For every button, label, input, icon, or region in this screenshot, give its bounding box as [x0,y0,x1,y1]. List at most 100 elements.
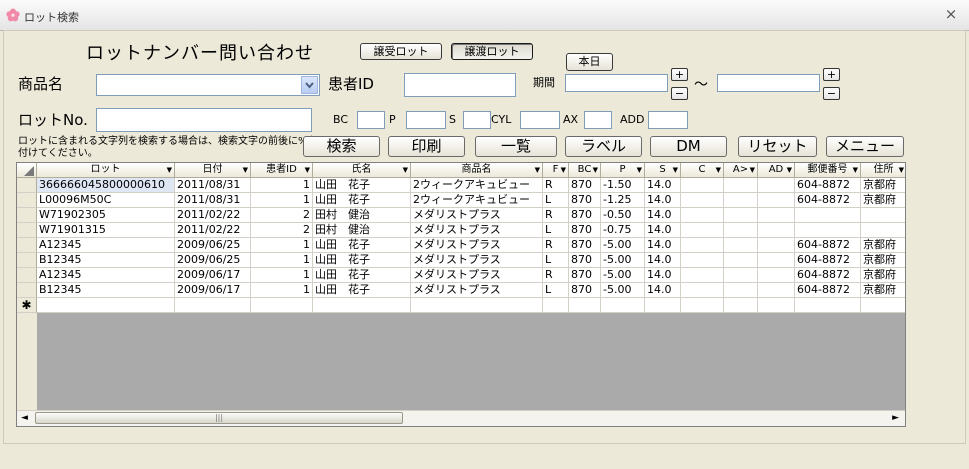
table-cell[interactable] [758,283,795,298]
table-row[interactable]: W71901315 2011/02/22 2 田村 健治 メダリストプラス L 870 -0.… [17,223,905,238]
table-cell[interactable]: 2011/08/31 [175,193,251,208]
table-cell[interactable]: 2011/02/22 [175,208,251,223]
table-cell[interactable]: 山田 花子 [313,178,411,193]
table-cell[interactable]: 2ウィークアキュビュー [411,193,543,208]
table-cell[interactable]: 870 [569,283,601,298]
table-cell[interactable] [681,298,724,313]
table-cell[interactable]: -0.75 [601,223,645,238]
table-cell[interactable]: 2 [251,223,313,238]
table-cell[interactable]: 870 [569,223,601,238]
table-cell[interactable]: 2011/02/22 [175,223,251,238]
s-input[interactable] [463,111,491,129]
transfer-out-lot-button[interactable]: 譲渡ロット [451,43,533,60]
table-cell[interactable]: -5.00 [601,283,645,298]
table-cell[interactable]: 870 [569,268,601,283]
table-cell[interactable]: 2009/06/25 [175,253,251,268]
row-selector[interactable] [17,253,37,268]
column-header[interactable]: 患者ID ▼ [251,163,313,178]
table-cell[interactable] [795,223,861,238]
table-cell[interactable]: 366666045800000610 [37,178,175,193]
table-cell[interactable]: 14.0 [645,268,681,283]
column-header[interactable]: 日付 ▼ [175,163,251,178]
table-cell[interactable]: 2 [251,208,313,223]
table-cell[interactable]: 1 [251,178,313,193]
table-cell[interactable] [681,268,724,283]
table-cell[interactable]: 14.0 [645,178,681,193]
print-button[interactable]: 印刷 [388,136,465,157]
table-cell[interactable]: 14.0 [645,283,681,298]
table-cell[interactable] [37,298,175,313]
table-cell[interactable] [724,298,758,313]
table-cell[interactable]: R [543,238,569,253]
column-header[interactable]: ロット ▼ [37,163,175,178]
period-start-down-button[interactable]: − [671,87,688,100]
select-all-corner[interactable] [17,163,37,178]
table-cell[interactable]: 京都府 [861,283,905,298]
lot-datasheet[interactable]: ロット ▼ 日付 ▼ 患者ID ▼ 氏名 ▼ 商品名 ▼ F ▼ BC ▼ P ▼ S ▼ C ▼ A> ▼ AD ▼ 郵便番号… [16,162,906,427]
dm-button[interactable]: DM [650,136,727,157]
filter-dropdown-icon[interactable]: ▼ [716,163,721,177]
table-row[interactable]: 366666045800000610 2011/08/31 1 山田 花子 2ウィークア… [17,178,905,193]
table-cell[interactable]: 870 [569,238,601,253]
table-cell[interactable]: 2009/06/17 [175,268,251,283]
table-cell[interactable]: R [543,268,569,283]
filter-dropdown-icon[interactable]: ▼ [673,163,678,177]
scroll-left-icon[interactable]: ◄ [21,413,28,423]
search-button[interactable]: 検索 [303,136,380,157]
new-record-row[interactable]: ✱ [17,298,905,313]
filter-dropdown-icon[interactable]: ▼ [593,163,598,177]
table-row[interactable]: L00096M50C 2011/08/31 1 山田 花子 2ウィークアキュビュー L 87… [17,193,905,208]
table-cell[interactable]: 1 [251,253,313,268]
table-cell[interactable] [681,178,724,193]
table-cell[interactable]: 14.0 [645,253,681,268]
table-cell[interactable]: L [543,283,569,298]
column-header[interactable]: 住所 ▼ [861,163,905,178]
table-cell[interactable]: L [543,253,569,268]
table-cell[interactable]: メダリストプラス [411,223,543,238]
table-cell[interactable]: 14.0 [645,223,681,238]
table-cell[interactable] [758,178,795,193]
table-cell[interactable]: 山田 花子 [313,253,411,268]
column-header[interactable]: AD ▼ [758,163,795,178]
row-selector[interactable]: ✱ [17,298,37,313]
table-cell[interactable]: 京都府 [861,268,905,283]
period-start-up-button[interactable]: + [671,68,688,81]
table-cell[interactable] [681,193,724,208]
list-button[interactable]: 一覧 [475,136,557,157]
table-row[interactable]: A12345 2009/06/17 1 山田 花子 メダリストプラス R 870 -5.00 1… [17,268,905,283]
table-cell[interactable]: R [543,208,569,223]
table-cell[interactable] [795,208,861,223]
table-cell[interactable]: 2009/06/17 [175,283,251,298]
table-cell[interactable]: L00096M50C [37,193,175,208]
table-cell[interactable]: メダリストプラス [411,268,543,283]
dropdown-button[interactable] [301,76,318,94]
row-selector[interactable] [17,193,37,208]
table-cell[interactable]: 1 [251,283,313,298]
table-cell[interactable] [724,193,758,208]
horizontal-scrollbar[interactable]: ◄ ||| ► [17,410,905,426]
table-cell[interactable]: 京都府 [861,178,905,193]
lot-number-input[interactable] [96,108,312,132]
table-cell[interactable] [758,238,795,253]
period-start-input[interactable] [565,74,668,92]
period-end-up-button[interactable]: + [823,68,840,81]
row-selector[interactable] [17,178,37,193]
column-header[interactable]: F ▼ [543,163,569,178]
period-end-input[interactable] [717,74,820,92]
table-cell[interactable] [724,238,758,253]
table-cell[interactable]: 1 [251,268,313,283]
table-cell[interactable]: 山田 花子 [313,238,411,253]
table-cell[interactable]: W71901315 [37,223,175,238]
table-cell[interactable]: メダリストプラス [411,283,543,298]
table-cell[interactable]: 604-8872 [795,178,861,193]
table-cell[interactable] [758,268,795,283]
column-header[interactable]: 氏名 ▼ [313,163,411,178]
table-cell[interactable] [724,178,758,193]
filter-dropdown-icon[interactable]: ▼ [853,163,858,177]
table-cell[interactable] [681,223,724,238]
scroll-thumb[interactable]: ||| [35,412,403,424]
bc-input[interactable] [357,111,385,129]
table-cell[interactable]: 604-8872 [795,253,861,268]
add-input[interactable] [648,111,688,129]
table-cell[interactable]: A12345 [37,268,175,283]
